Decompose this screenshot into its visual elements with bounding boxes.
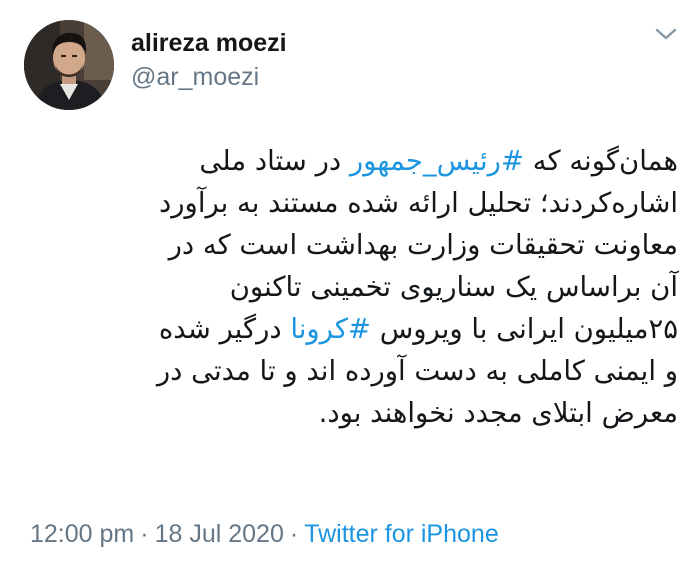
- tweet-line: معاونت تحقیقات وزارت بهداشت است که در: [18, 224, 678, 266]
- tweet-time[interactable]: 12:00 pm: [30, 520, 134, 548]
- tweet-line: همان‌گونه که #رئیس_جمهور در ستاد ملی: [18, 140, 678, 182]
- tweet-meta: 12:00 pm · 18 Jul 2020 · Twitter for iPhone: [30, 518, 499, 550]
- hashtag-link[interactable]: #رئیس_جمهور: [350, 145, 524, 177]
- profile-photo: [24, 20, 114, 110]
- tweet-line: و ایمنی کاملی به دست آورده اند و تا مدتی…: [18, 350, 678, 392]
- tweet-text-segment: همان‌گونه که: [524, 145, 678, 177]
- tweet-line: ۲۵میلیون ایرانی با ویروس #کرونا درگیر شد…: [18, 308, 678, 350]
- user-handle[interactable]: @ar_moezi: [131, 62, 259, 92]
- tweet-text-segment: و ایمنی کاملی به دست آورده اند و تا مدتی…: [156, 355, 678, 387]
- meta-separator: ·: [289, 520, 299, 548]
- tweet-text-segment: معرض ابتلای مجدد نخواهند بود.: [318, 397, 678, 429]
- hashtag-link[interactable]: #کرونا: [290, 313, 371, 345]
- tweet-source-link[interactable]: Twitter for iPhone: [304, 520, 499, 548]
- tweet-text-segment: معاونت تحقیقات وزارت بهداشت است که در: [168, 229, 678, 261]
- tweet-text-segment: اشاره‌کردند؛ تحلیل ارائه شده مستند به بر…: [159, 187, 678, 219]
- tweet-text-segment: درگیر شده: [158, 313, 291, 345]
- tweet-text-segment: ۲۵میلیون ایرانی با ویروس: [370, 313, 678, 345]
- tweet-line: معرض ابتلای مجدد نخواهند بود.: [18, 392, 678, 434]
- tweet-line: آن براساس یک سناریوی تخمینی تاکنون: [18, 266, 678, 308]
- tweet-date[interactable]: 18 Jul 2020: [155, 520, 284, 548]
- tweet-text: همان‌گونه که #رئیس_جمهور در ستاد ملی اشار…: [18, 140, 678, 434]
- meta-separator: ·: [140, 520, 149, 548]
- tweet-line: اشاره‌کردند؛ تحلیل ارائه شده مستند به بر…: [18, 182, 678, 224]
- chevron-down-icon[interactable]: [654, 26, 678, 42]
- tweet-text-segment: در ستاد ملی: [199, 145, 350, 177]
- display-name[interactable]: alireza moezi: [131, 28, 287, 58]
- avatar[interactable]: [24, 20, 114, 110]
- tweet-text-segment: آن براساس یک سناریوی تخمینی تاکنون: [229, 271, 678, 303]
